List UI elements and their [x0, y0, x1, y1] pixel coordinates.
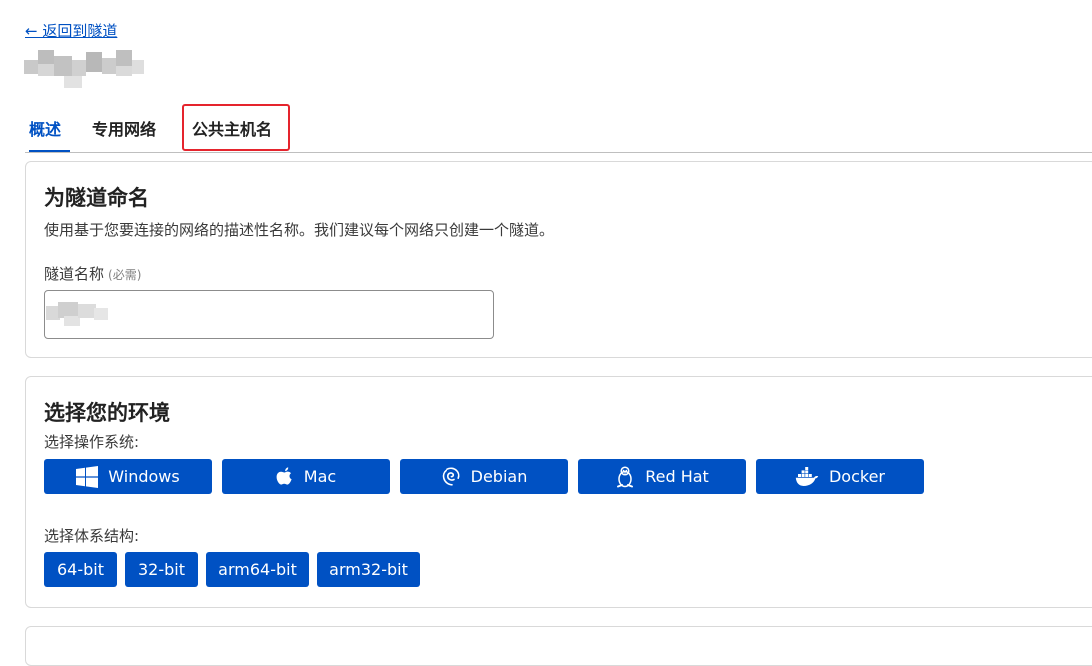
os-button-docker[interactable]: Docker [756, 459, 924, 494]
tab-public-hostname[interactable]: 公共主机名 [192, 106, 272, 152]
tab-bar: 概述 专用网络 公共主机名 [25, 106, 1092, 153]
os-button-label: Debian [470, 467, 528, 486]
arch-button-arm64bit[interactable]: arm64-bit [206, 552, 309, 587]
os-label: 选择操作系统: [44, 433, 140, 451]
back-to-tunnels-link[interactable]: ← 返回到隧道 [25, 20, 117, 41]
os-button-redhat[interactable]: Red Hat [578, 459, 746, 494]
linux-tux-icon [615, 465, 635, 488]
os-button-label: Mac [303, 467, 337, 486]
arch-button-32bit[interactable]: 32-bit [125, 552, 198, 587]
arch-button-arm32bit[interactable]: arm32-bit [317, 552, 420, 587]
tab-private-network[interactable]: 专用网络 [92, 106, 156, 152]
tunnel-name-label: 隧道名称 (必需) [44, 263, 141, 284]
environment-title: 选择您的环境 [44, 401, 170, 425]
os-button-label: Red Hat [645, 467, 709, 486]
name-tunnel-title: 为隧道命名 [44, 186, 149, 210]
os-button-debian[interactable]: Debian [400, 459, 568, 494]
arch-label: 选择体系结构: [44, 527, 140, 545]
tunnel-name-heading-redacted [24, 46, 144, 92]
apple-icon [276, 466, 294, 488]
windows-icon [76, 465, 99, 488]
debian-icon [441, 466, 461, 488]
required-hint: (必需) [108, 268, 142, 282]
name-tunnel-description: 使用基于您要连接的网络的描述性名称。我们建议每个网络只创建一个隧道。 [44, 221, 555, 239]
docker-icon [795, 466, 819, 487]
tunnel-name-input[interactable] [44, 290, 494, 339]
os-button-label: Windows [108, 467, 180, 486]
environment-card: 选择您的环境 选择操作系统: Windows Mac Debian Red Ha… [25, 376, 1092, 608]
tab-overview[interactable]: 概述 [29, 106, 70, 152]
os-button-mac[interactable]: Mac [222, 459, 390, 494]
tunnel-name-label-text: 隧道名称 [44, 265, 105, 283]
next-section-card [25, 626, 1092, 666]
os-button-windows[interactable]: Windows [44, 459, 212, 494]
name-tunnel-card: 为隧道命名 使用基于您要连接的网络的描述性名称。我们建议每个网络只创建一个隧道。… [25, 161, 1092, 358]
os-button-label: Docker [828, 467, 886, 486]
arch-button-64bit[interactable]: 64-bit [44, 552, 117, 587]
